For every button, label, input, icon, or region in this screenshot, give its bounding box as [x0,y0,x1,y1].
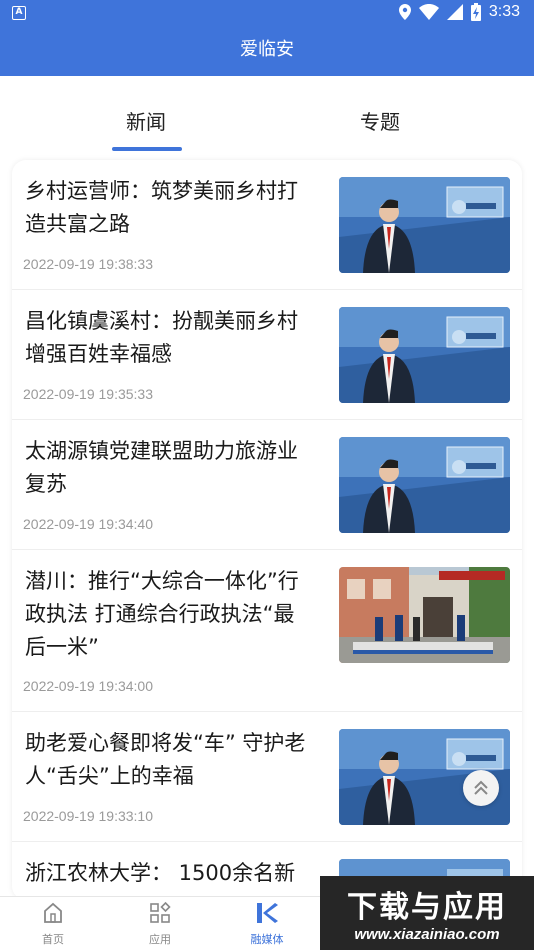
app-bar: 爱临安 [0,28,534,76]
nav-home-label: 首页 [42,933,64,946]
nav-apps-label: 应用 [149,933,171,946]
news-title: 乡村运营师：筑梦美丽乡村打造共富之路 [25,179,298,236]
media-logo-icon [257,903,278,923]
status-time: 3:33 [488,3,520,20]
signal-icon [446,4,463,20]
watermark-title: 下载与应用 [347,890,507,925]
news-thumbnail [339,307,510,403]
news-time: 2022-09-19 19:35:33 [23,386,153,402]
news-title: 太湖源镇党建联盟助力旅游业复苏 [25,439,298,496]
news-title: 昌化镇虞溪村：扮靓美丽乡村 增强百姓幸福感 [25,309,298,366]
news-title: 助老爱心餐即将发“车” 守护老人“舌尖”上的幸福 [25,731,306,788]
news-time: 2022-09-19 19:33:10 [23,808,153,824]
nav-media[interactable]: 融媒体 [227,901,307,947]
back-to-top-button[interactable] [463,770,499,806]
news-thumbnail [339,567,510,663]
nav-home[interactable]: 首页 [13,901,93,947]
tab-news[interactable]: 新闻 [86,106,206,135]
watermark-url: www.xiazainiao.com [354,926,500,943]
news-thumbnail [339,177,510,273]
news-title: 潜川：推行“大综合一体化”行政执法 打通综合行政执法“最后一米” [25,569,299,659]
home-icon [44,902,62,923]
status-bar: A 3:33 [0,0,534,28]
news-list: 乡村运营师：筑梦美丽乡村打造共富之路 2022-09-19 19:38:33 昌… [12,160,522,900]
location-icon [398,4,411,20]
page-title: 爱临安 [240,39,294,60]
nav-media-label: 融媒体 [250,933,284,946]
tab-topics[interactable]: 专题 [320,106,440,135]
news-time: 2022-09-19 19:38:33 [23,256,153,272]
news-item[interactable]: 潜川：推行“大综合一体化”行政执法 打通综合行政执法“最后一米” 2022-09… [12,550,522,712]
wifi-icon [418,4,439,20]
news-item[interactable]: 助老爱心餐即将发“车” 守护老人“舌尖”上的幸福 2022-09-19 19:3… [12,712,522,842]
a-app-icon: A [12,6,26,20]
news-time: 2022-09-19 19:34:40 [23,516,153,532]
news-time: 2022-09-19 19:34:00 [23,678,153,694]
battery-charging-icon [470,3,481,21]
tab-active-indicator [112,147,182,151]
news-item[interactable]: 太湖源镇党建联盟助力旅游业复苏 2022-09-19 19:34:40 [12,420,522,550]
apps-grid-icon [150,901,171,923]
news-item[interactable]: 乡村运营师：筑梦美丽乡村打造共富之路 2022-09-19 19:38:33 [12,160,522,290]
news-thumbnail [339,437,510,533]
double-chevron-up-icon [474,780,488,795]
nav-apps[interactable]: 应用 [120,901,200,947]
watermark: 下载与应用 www.xiazainiao.com [320,876,534,950]
news-item[interactable]: 昌化镇虞溪村：扮靓美丽乡村 增强百姓幸福感 2022-09-19 19:35:3… [12,290,522,420]
tab-bar: 新闻 专题 [0,76,534,156]
news-title: 浙江农林大学： 1500余名新 [25,861,296,885]
